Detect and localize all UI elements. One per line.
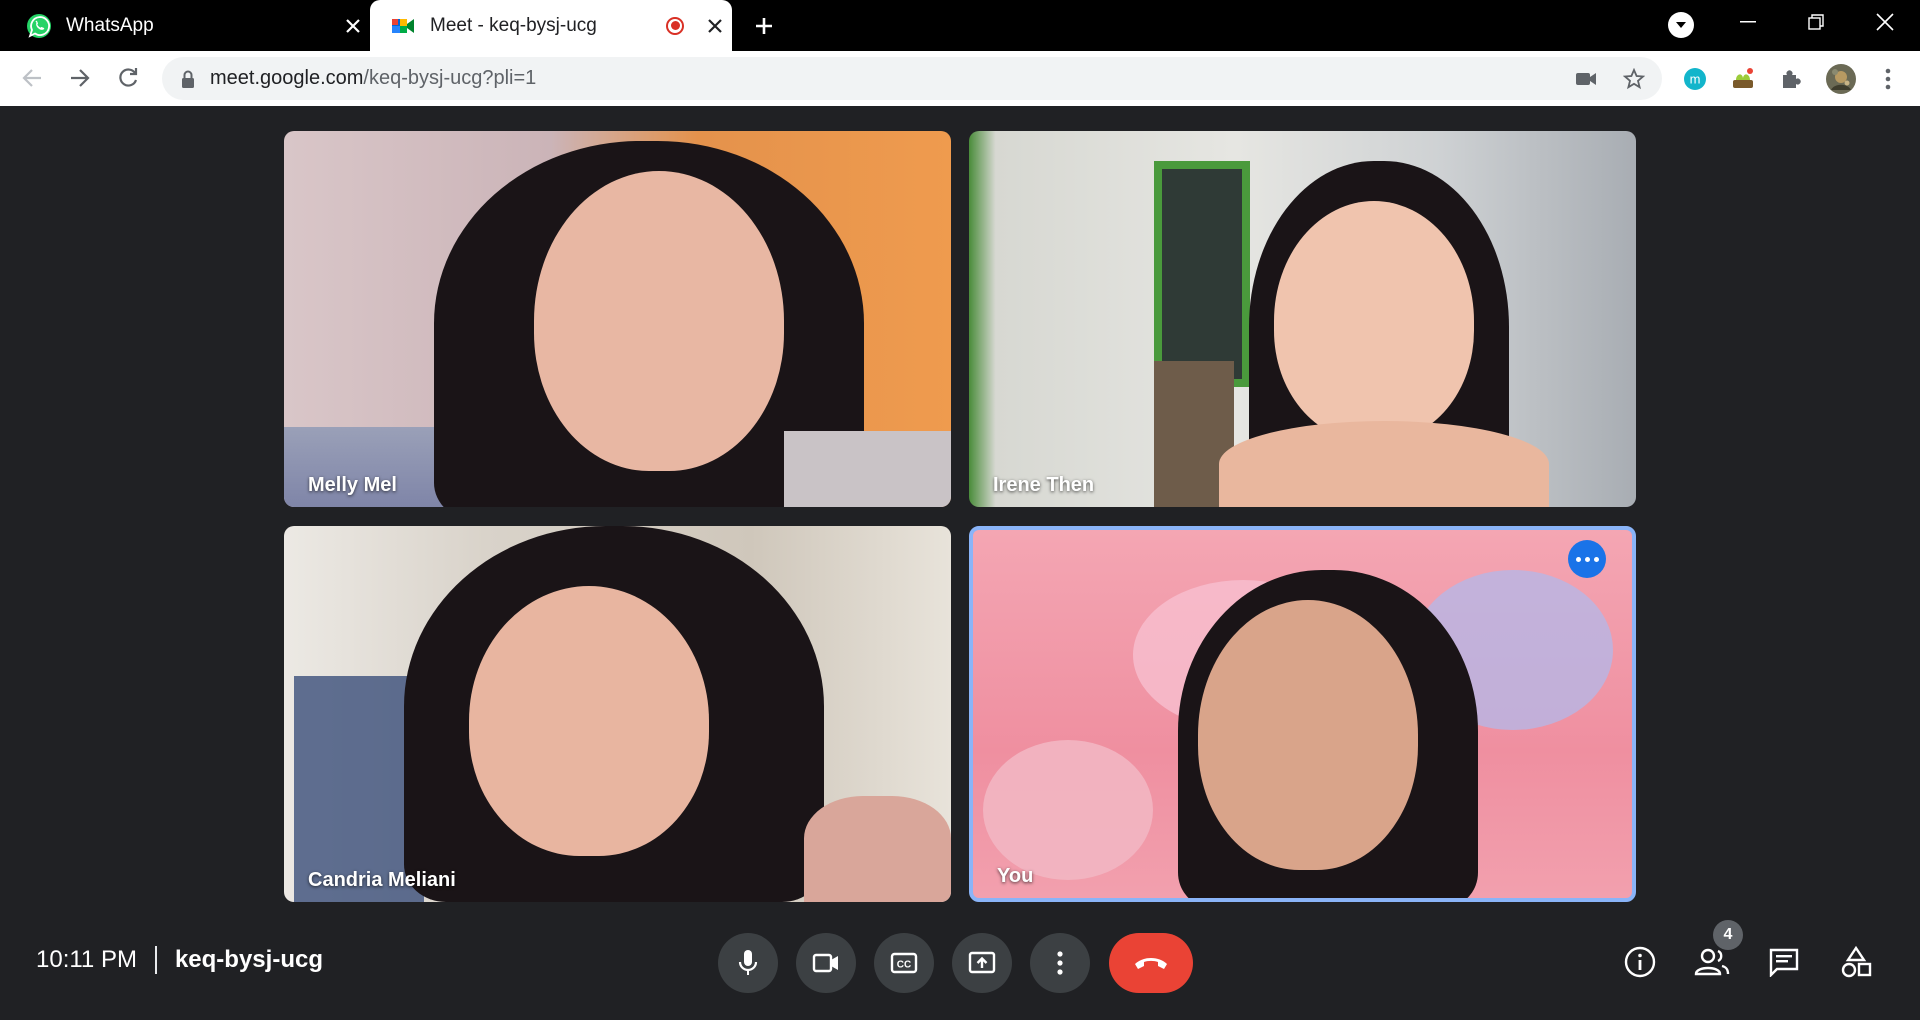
video-tile-melly-mel[interactable]: Melly Mel — [284, 131, 951, 507]
url-host: meet.google.com — [210, 67, 364, 89]
video-feed — [1219, 421, 1549, 507]
close-window-icon[interactable] — [1850, 0, 1920, 44]
reload-icon[interactable] — [110, 60, 146, 96]
activities-icon — [1841, 946, 1872, 978]
m-extension-icon[interactable]: m — [1681, 65, 1709, 93]
microphone-button[interactable] — [718, 933, 778, 993]
participant-name: Melly Mel — [308, 474, 397, 496]
chat-icon — [1769, 948, 1799, 977]
browser-toolbar: meet.google.com/keq-bysj-ucg?pli=1 m — [0, 51, 1920, 106]
more-options-button[interactable] — [1030, 933, 1090, 993]
video-feed — [469, 586, 709, 856]
camera-icon — [812, 953, 838, 973]
close-tab-icon[interactable] — [336, 9, 370, 43]
info-icon — [1624, 946, 1656, 978]
new-tab-button[interactable] — [746, 8, 782, 44]
browser-menu-icon[interactable] — [1874, 65, 1902, 93]
more-options-icon — [1057, 951, 1063, 975]
video-feed — [784, 431, 951, 507]
svg-text:CC: CC — [897, 960, 911, 971]
present-icon — [968, 951, 996, 974]
video-feed — [983, 740, 1153, 880]
puzzle-icon[interactable] — [1777, 65, 1805, 93]
video-feed — [534, 171, 784, 471]
hangup-button[interactable] — [1109, 933, 1193, 993]
address-bar[interactable]: meet.google.com/keq-bysj-ucg?pli=1 — [162, 57, 1662, 100]
divider — [154, 946, 157, 974]
garden-extension-icon[interactable] — [1729, 65, 1757, 93]
captions-button[interactable]: CC — [874, 933, 934, 993]
svg-text:m: m — [1690, 72, 1701, 87]
present-button[interactable] — [952, 933, 1012, 993]
video-tile-you[interactable]: You — [969, 526, 1636, 902]
minimize-icon[interactable] — [1713, 0, 1783, 44]
participant-name: You — [997, 865, 1034, 887]
video-feed — [1198, 600, 1418, 870]
meeting-code: keq-bysj-ucg — [174, 946, 323, 973]
camera-in-use-icon[interactable] — [1574, 67, 1598, 91]
tab-strip: WhatsApp Meet - keq-bysj-ucg — [0, 0, 1920, 51]
participant-name: Irene Then — [993, 474, 1095, 496]
camera-button[interactable] — [796, 933, 856, 993]
participant-count-badge: 4 — [1713, 920, 1743, 950]
tab-meet[interactable]: Meet - keq-bysj-ucg — [370, 0, 732, 51]
tab-search-icon[interactable] — [1668, 12, 1694, 38]
tab-whatsapp[interactable]: WhatsApp — [0, 0, 370, 51]
tab-title: WhatsApp — [66, 14, 154, 36]
captions-icon: CC — [890, 952, 918, 974]
meeting-details-button[interactable] — [1620, 942, 1660, 982]
meeting-info: 10:11 PM keq-bysj-ucg — [36, 946, 323, 974]
close-tab-icon[interactable] — [698, 9, 732, 43]
back-icon[interactable] — [14, 60, 50, 96]
restore-icon[interactable] — [1781, 0, 1851, 44]
video-feed — [804, 796, 951, 902]
google-meet-icon — [392, 18, 414, 33]
lock-icon — [182, 70, 194, 88]
activities-button[interactable] — [1836, 942, 1876, 982]
participant-name: Candria Meliani — [308, 869, 456, 891]
recording-icon — [666, 16, 684, 35]
profile-avatar[interactable] — [1824, 62, 1858, 96]
hangup-icon — [1135, 958, 1167, 969]
video-tile-irene-then[interactable]: Irene Then — [969, 131, 1636, 507]
video-feed — [1274, 201, 1474, 441]
tab-title: Meet - keq-bysj-ucg — [430, 14, 597, 36]
people-icon — [1694, 948, 1730, 976]
bookmark-star-icon[interactable] — [1622, 67, 1646, 91]
meeting-time: 10:11 PM — [36, 946, 137, 973]
chat-button[interactable] — [1764, 942, 1804, 982]
video-tile-candria-meliani[interactable]: Candria Meliani — [284, 526, 951, 902]
video-feed — [1154, 161, 1250, 387]
microphone-icon — [738, 950, 758, 975]
tile-more-options-button[interactable] — [1568, 540, 1606, 578]
whatsapp-icon — [27, 13, 51, 38]
forward-icon[interactable] — [62, 60, 98, 96]
url-path: /keq-bysj-ucg?pli=1 — [363, 67, 537, 89]
url-text: meet.google.com/keq-bysj-ucg?pli=1 — [210, 67, 536, 90]
